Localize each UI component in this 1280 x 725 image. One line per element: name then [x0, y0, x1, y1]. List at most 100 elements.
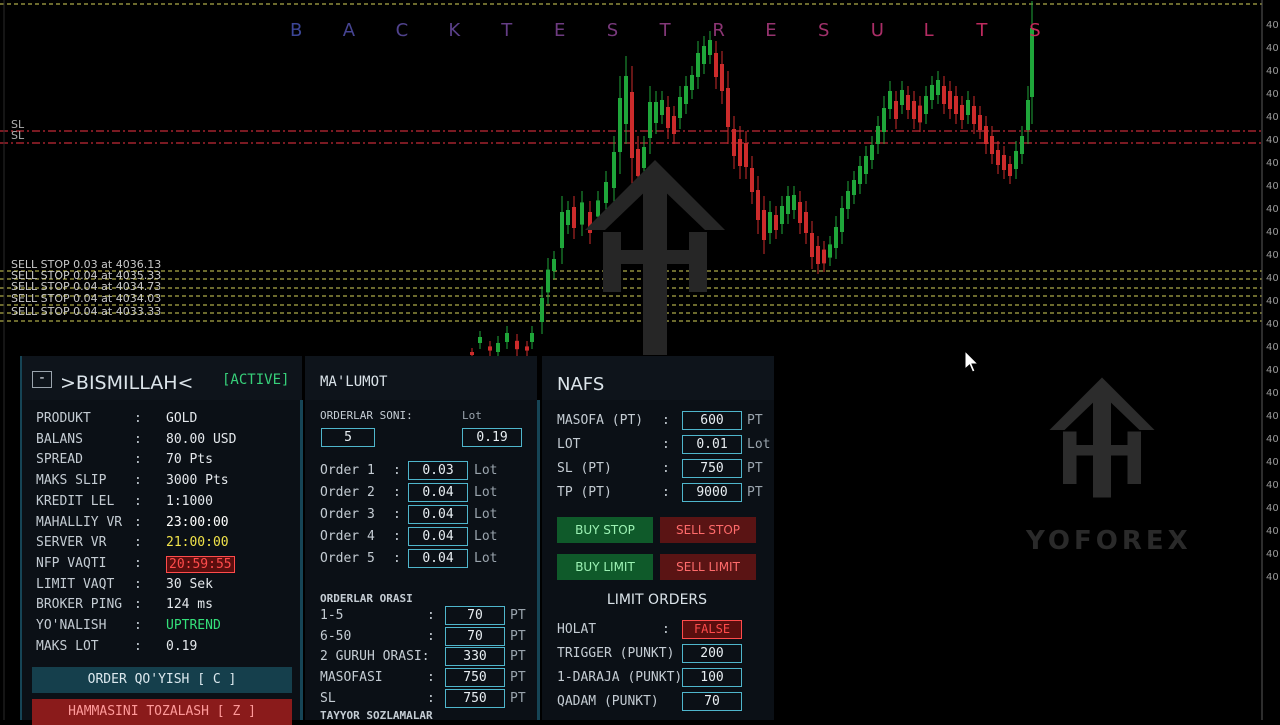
spacing-field[interactable]: 750 — [445, 688, 505, 708]
spacing-label: MASOFASI — [320, 670, 383, 686]
spacing-field[interactable]: 750 — [445, 668, 505, 688]
candle-body — [552, 259, 556, 271]
spacing-field[interactable]: 70 — [445, 606, 505, 625]
axis-tick-label: 40 — [1266, 457, 1279, 468]
axis-tick-label: 40 — [1266, 66, 1279, 77]
ready-settings-title[interactable]: TAYYOR SOZLAMALAR — [320, 709, 433, 722]
banner-letter: R — [712, 20, 725, 41]
order-lot-field[interactable]: 0.04 — [408, 549, 468, 568]
panel-divider — [300, 400, 303, 720]
panel-title: NAFS — [557, 374, 605, 395]
separator-colon: : — [134, 597, 142, 613]
candle-body — [810, 233, 814, 257]
limit-field-input[interactable]: 70 — [682, 692, 742, 711]
candle-body — [630, 92, 634, 158]
axis-tick-label: 40 — [1266, 135, 1279, 146]
info-label: MAHALLIY VR — [36, 514, 123, 530]
panel-title: MA'LUMOT — [320, 374, 388, 390]
separator-colon: : — [427, 690, 435, 706]
panel-divider — [537, 400, 540, 720]
total-lot-field[interactable]: 0.19 — [462, 428, 522, 447]
minimize-button[interactable]: - — [32, 371, 52, 388]
nafs-field-input[interactable]: 600 — [682, 411, 742, 430]
banner-letter: L — [923, 20, 934, 41]
separator-colon: : — [427, 670, 435, 686]
candle-body — [882, 108, 886, 132]
limit-field-input[interactable]: 100 — [682, 668, 742, 687]
info-value: 70 Pts — [166, 452, 213, 468]
info-value: 1:1000 — [166, 493, 213, 509]
separator-colon: : — [662, 461, 670, 476]
separator-colon: : — [393, 463, 401, 478]
panel-header: NAFS — [542, 356, 774, 400]
mouse-cursor-icon — [964, 350, 980, 373]
separator-colon: : — [662, 485, 670, 500]
buy-stop-button[interactable]: BUY STOP — [557, 517, 653, 543]
logo-house-icon — [585, 160, 725, 355]
spacing-field[interactable]: 70 — [445, 626, 505, 646]
buy-limit-button[interactable]: BUY LIMIT — [557, 554, 653, 580]
candle-body — [864, 156, 868, 174]
banner-letter: T — [976, 20, 988, 41]
limit-field-input[interactable]: 200 — [682, 644, 742, 663]
order-lot-field[interactable]: 0.04 — [408, 527, 468, 546]
candle-body — [984, 126, 988, 144]
nafs-field-input[interactable]: 750 — [682, 459, 742, 478]
limit-field-label: 1-DARAJA (PUNKT) — [557, 670, 680, 685]
candle-body — [750, 168, 754, 192]
unit-label: Lot — [474, 463, 498, 478]
orders-count-field[interactable]: 5 — [321, 428, 375, 447]
candle-body — [720, 64, 724, 91]
separator-colon: : — [134, 431, 142, 447]
candle-body — [726, 88, 730, 127]
nafs-field-label: LOT — [557, 437, 581, 452]
candle-body — [804, 212, 808, 233]
candle-body — [714, 53, 718, 77]
info-label: MAKS SLIP — [36, 473, 107, 489]
axis-tick-label: 40 — [1266, 365, 1279, 376]
banner-letter: K — [448, 20, 461, 41]
info-value: 3000 Pts — [166, 473, 229, 489]
spacing-label: 2 GURUH ORASI: — [320, 649, 430, 665]
separator-colon: : — [134, 576, 142, 592]
holat-status-toggle[interactable]: FALSE — [682, 620, 742, 639]
axis-tick-label: 40 — [1266, 250, 1279, 261]
candle-body — [954, 96, 958, 114]
spacing-label: 1-5 — [320, 608, 344, 623]
candle-body — [762, 210, 766, 240]
nafs-field-input[interactable]: 9000 — [682, 483, 742, 502]
sell-limit-button[interactable]: SELL LIMIT — [660, 554, 756, 580]
info-value: 23:00:00 — [166, 514, 229, 530]
candle-body — [540, 298, 544, 322]
info-value: 21:00:00 — [166, 535, 229, 551]
candle-body — [900, 90, 904, 105]
axis-tick-label: 40 — [1266, 158, 1279, 169]
place-order-button[interactable]: ORDER QO'YISH [ C ] — [32, 667, 292, 693]
sell-stop-button[interactable]: SELL STOP — [660, 517, 756, 543]
axis-tick-label: 40 — [1266, 204, 1279, 215]
candle-body — [990, 136, 994, 154]
separator-colon: : — [427, 608, 435, 623]
candle-body — [1014, 151, 1018, 169]
info-label: LIMIT VAQT — [36, 576, 115, 592]
banner-letter: U — [870, 20, 884, 41]
candle-body — [672, 116, 676, 134]
spacing-field[interactable]: 330 — [445, 647, 505, 667]
info-label: SPREAD — [36, 452, 83, 468]
axis-tick-label: 40 — [1266, 296, 1279, 307]
axis-tick-label: 40 — [1266, 572, 1279, 583]
separator-colon: : — [134, 638, 142, 654]
clear-all-button[interactable]: HAMMASINI TOZALASH [ Z ] — [32, 699, 292, 725]
candle-body — [978, 115, 982, 130]
order-lot-field[interactable]: 0.04 — [408, 505, 468, 524]
candle-body — [1002, 155, 1006, 170]
info-panel: MA'LUMOT ORDERLAR SONI: Lot 5 0.19 ORDER… — [305, 356, 537, 722]
order-lot-field[interactable]: 0.03 — [408, 461, 468, 480]
lot-label: Lot — [462, 409, 482, 422]
panel-header: - >BISMILLAH< [ACTIVE] — [22, 356, 302, 400]
info-label: SERVER VR — [36, 535, 107, 551]
candle-body — [972, 106, 976, 124]
nafs-field-input[interactable]: 0.01 — [682, 435, 742, 454]
limit-field-label: TRIGGER (PUNKT) — [557, 646, 675, 661]
order-lot-field[interactable]: 0.04 — [408, 483, 468, 502]
